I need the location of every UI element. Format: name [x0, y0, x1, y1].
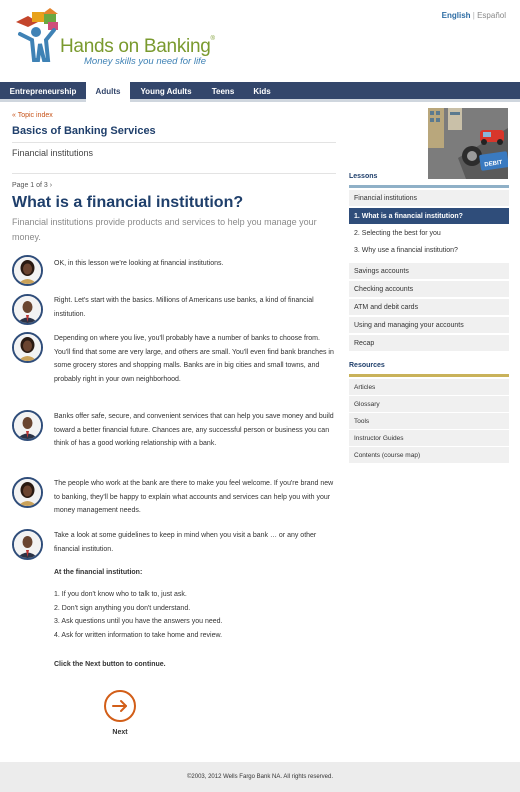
- language-switcher: English | Español: [442, 11, 506, 20]
- lesson-title: What is a financial institution?: [12, 194, 244, 211]
- next-instruction: Click the Next button to continue.: [54, 661, 166, 668]
- list-item: 1. If you don't know who to talk to, jus…: [54, 591, 187, 598]
- dialogue-message: Right. Let's start with the basics. Mill…: [12, 294, 336, 325]
- guidelines-title: At the financial institution:: [54, 569, 143, 576]
- list-item: 4. Ask for written information to take h…: [54, 631, 223, 639]
- divider: [12, 173, 336, 174]
- list-item: 2. Don't sign anything you don't underst…: [54, 604, 191, 612]
- sidebar-lesson-why-use[interactable]: 3. Why use a financial institution?: [349, 242, 509, 259]
- dialogue-message: The people who work at the bank are ther…: [12, 477, 336, 519]
- sidebar-lesson-atm-debit-cards[interactable]: ATM and debit cards: [349, 299, 509, 316]
- guidelines-list: 1. If you don't know who to talk to, jus…: [54, 588, 334, 642]
- next-button-label[interactable]: Next: [104, 729, 136, 736]
- sidebar-lesson-using-managing-accounts[interactable]: Using and managing your accounts: [349, 317, 509, 334]
- sidebar-lesson-checking-accounts[interactable]: Checking accounts: [349, 281, 509, 298]
- sidebar-lesson-financial-institutions[interactable]: Financial institutions: [349, 190, 509, 207]
- section-subtitle: Financial institutions: [12, 148, 94, 158]
- lessons-heading: Lessons: [349, 173, 378, 180]
- language-spanish-link[interactable]: Español: [477, 11, 506, 20]
- logo-title: Hands on Banking: [60, 36, 211, 57]
- message-text: Right. Let's start with the basics. Mill…: [54, 297, 314, 318]
- header: English | Español Hands on Banking® Mone…: [0, 0, 520, 82]
- logo-tagline: Money skills you need for life: [84, 56, 206, 67]
- list-item: 3. Ask questions until you have the answ…: [54, 618, 223, 625]
- sidebar-resource-glossary[interactable]: Glossary: [349, 396, 509, 413]
- main-nav: Entrepreneurship Adults Young Adults Tee…: [0, 82, 520, 102]
- footer-copyright: ©2003, 2012 Wells Fargo Bank NA. All rig…: [0, 762, 520, 792]
- sidebar-resource-tools[interactable]: Tools: [349, 413, 509, 430]
- nav-tab-teens[interactable]: Teens: [200, 82, 246, 102]
- logo-figure-icon[interactable]: [12, 8, 62, 64]
- message-text: Depending on where you live, you'll prob…: [54, 335, 334, 383]
- hero-illustration-image: DEBIT: [428, 108, 508, 179]
- sidebar-resource-contents[interactable]: Contents (course map): [349, 447, 509, 464]
- lessons-heading-bar: [349, 185, 509, 188]
- divider: [12, 142, 336, 143]
- message-text: The people who work at the bank are ther…: [54, 480, 334, 514]
- avatar-woman: [12, 332, 43, 363]
- lesson-intro: Financial institutions provide products …: [12, 217, 317, 242]
- message-text: Banks offer safe, secure, and convenient…: [54, 413, 334, 447]
- dialogue-message: Depending on where you live, you'll prob…: [12, 332, 336, 400]
- section-title: Basics of Banking Services: [12, 125, 156, 137]
- language-english-link[interactable]: English: [442, 11, 471, 20]
- dialogue-message: OK, in this lesson we're looking at fina…: [12, 255, 336, 286]
- next-button[interactable]: [104, 690, 136, 722]
- logo-trademark: ®: [210, 36, 215, 42]
- arrow-right-icon: [112, 700, 127, 712]
- sidebar-resource-instructor-guides[interactable]: Instructor Guides: [349, 430, 509, 447]
- nav-tab-entrepreneurship[interactable]: Entrepreneurship: [0, 82, 86, 102]
- avatar-man: [12, 294, 43, 325]
- avatar-man: [12, 529, 43, 560]
- nav-tab-adults[interactable]: Adults: [86, 82, 130, 102]
- resources-heading: Resources: [349, 362, 385, 369]
- sidebar-resource-articles[interactable]: Articles: [349, 379, 509, 396]
- avatar-woman: [12, 477, 43, 508]
- dialogue-message: Banks offer safe, secure, and convenient…: [12, 410, 336, 465]
- dialogue-message: Take a look at some guidelines to keep i…: [12, 529, 336, 560]
- sidebar-lesson-savings-accounts[interactable]: Savings accounts: [349, 263, 509, 280]
- sidebar-lesson-what-is-financial-institution[interactable]: 1. What is a financial institution?: [349, 208, 509, 225]
- nav-tab-kids[interactable]: Kids: [246, 82, 278, 102]
- message-text: Take a look at some guidelines to keep i…: [54, 532, 317, 553]
- avatar-man: [12, 410, 43, 441]
- nav-tab-young-adults[interactable]: Young Adults: [132, 82, 200, 102]
- sidebar-lesson-selecting-best[interactable]: 2. Selecting the best for you: [349, 225, 509, 242]
- sidebar-lesson-recap[interactable]: Recap: [349, 335, 509, 352]
- language-separator: |: [472, 11, 475, 20]
- message-text: OK, in this lesson we're looking at fina…: [54, 260, 224, 267]
- page-indicator[interactable]: Page 1 of 3 ›: [12, 182, 52, 189]
- logo-text: Hands on Banking®: [60, 36, 215, 58]
- topic-index-link[interactable]: « Topic index: [12, 112, 53, 119]
- resources-heading-bar: [349, 374, 509, 377]
- avatar-woman: [12, 255, 43, 286]
